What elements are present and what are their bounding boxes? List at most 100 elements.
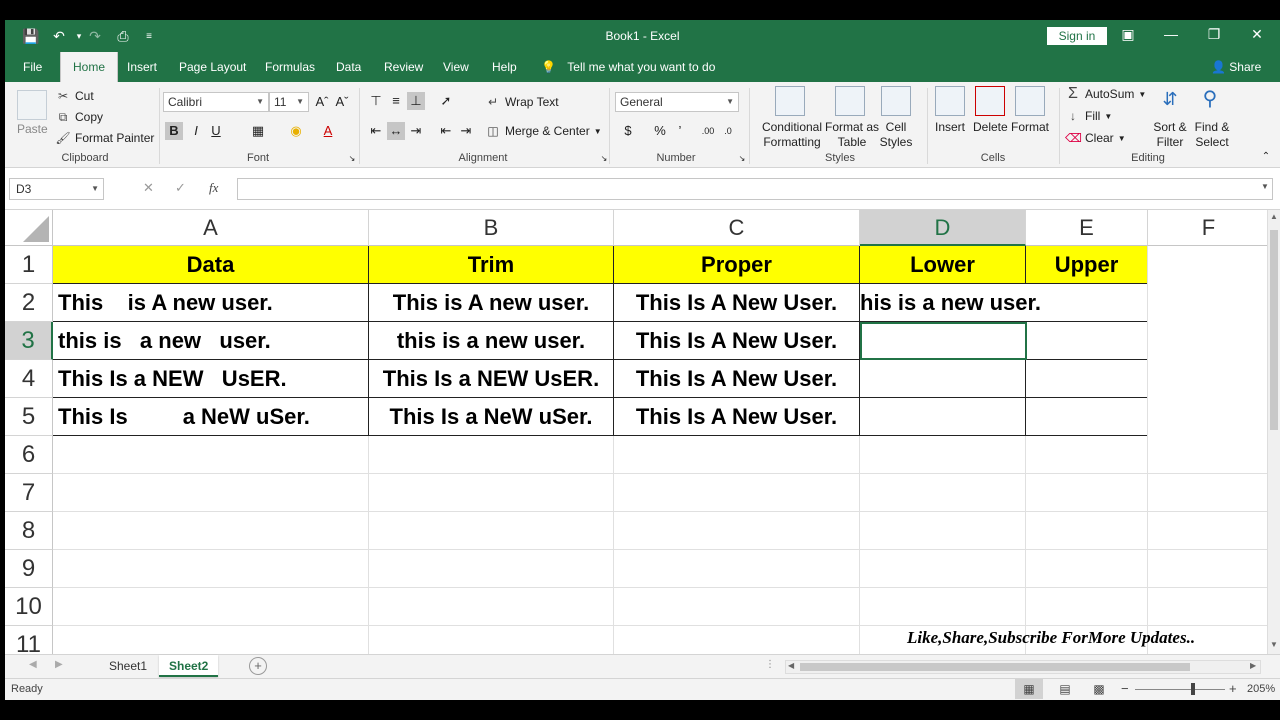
vertical-scrollbar[interactable]: ▲ ▼ — [1267, 210, 1280, 654]
share-button[interactable]: 👤 Share — [1211, 52, 1261, 82]
row-header-8[interactable]: 8 — [5, 512, 53, 550]
cell-styles-icon[interactable] — [881, 86, 911, 116]
align-top-icon[interactable]: ⊤ — [367, 92, 385, 110]
cell-d1[interactable]: Lower — [860, 246, 1026, 284]
tab-home[interactable]: Home — [60, 52, 119, 82]
percent-button[interactable]: % — [651, 122, 669, 140]
tab-page-layout[interactable]: Page Layout — [171, 52, 254, 82]
italic-button[interactable]: I — [187, 122, 205, 140]
fill-color-icon[interactable]: ◉ — [287, 122, 305, 140]
column-header-f[interactable]: F — [1148, 210, 1267, 246]
row-header-11[interactable]: 11 — [5, 626, 53, 654]
horizontal-scrollbar[interactable]: ◀ ▶ — [785, 660, 1261, 674]
increase-indent-icon[interactable]: ⇥ — [457, 122, 475, 140]
cell-b4[interactable]: This Is a NEW UsER. — [369, 360, 614, 398]
zoom-in-icon[interactable]: + — [1229, 681, 1237, 696]
clear-button[interactable]: ⌫ Clear ▼ — [1065, 130, 1126, 146]
row-header-1[interactable]: 1 — [5, 246, 53, 284]
cell-a5[interactable]: This Is a NeW uSer. — [53, 398, 369, 436]
paste-button[interactable]: Paste — [17, 122, 48, 136]
restore-icon[interactable]: ❐ — [1202, 26, 1226, 43]
horizontal-scroll-thumb[interactable] — [800, 663, 1190, 671]
borders-icon[interactable]: ▦ — [249, 122, 267, 140]
row-header-9[interactable]: 9 — [5, 550, 53, 588]
scroll-right-icon[interactable]: ▶ — [1250, 661, 1256, 670]
increase-font-icon[interactable]: Aˆ — [313, 93, 331, 111]
scroll-left-icon[interactable]: ◀ — [788, 661, 794, 670]
tell-me-box[interactable]: 💡 Tell me what you want to do — [541, 52, 715, 82]
find-select-button[interactable]: Find & Select — [1191, 120, 1233, 150]
autosum-button[interactable]: Σ AutoSum ▼ — [1065, 86, 1146, 102]
cell-d5[interactable] — [860, 398, 1026, 436]
cell-b3[interactable]: this is a new user. — [369, 322, 614, 360]
decrease-decimal-icon[interactable]: .0 — [719, 122, 737, 140]
orientation-icon[interactable]: ➚ — [437, 92, 455, 110]
cell-b1[interactable]: Trim — [369, 246, 614, 284]
sort-filter-button[interactable]: Sort & Filter — [1149, 120, 1191, 150]
scroll-down-icon[interactable]: ▼ — [1270, 640, 1278, 649]
delete-cells-icon[interactable] — [975, 86, 1005, 116]
delete-cells-button[interactable]: Delete — [973, 120, 1008, 134]
sheet-tab-sheet1[interactable]: Sheet1 — [99, 655, 157, 677]
number-format-dropdown[interactable]: General ▼ — [615, 92, 739, 112]
zoom-slider-thumb[interactable] — [1191, 683, 1195, 695]
sort-filter-icon[interactable]: ⇵ — [1157, 90, 1183, 108]
align-center-icon[interactable]: ↔ — [387, 122, 405, 140]
tab-file[interactable]: File — [15, 52, 50, 82]
align-bottom-icon[interactable]: ⊥ — [407, 92, 425, 110]
tab-formulas[interactable]: Formulas — [257, 52, 323, 82]
align-left-icon[interactable]: ⇤ — [367, 122, 385, 140]
cell-a1[interactable]: Data — [53, 246, 369, 284]
tab-data[interactable]: Data — [328, 52, 369, 82]
cell-e5[interactable] — [1026, 398, 1148, 436]
decrease-indent-icon[interactable]: ⇤ — [437, 122, 455, 140]
bold-button[interactable]: B — [165, 122, 183, 140]
tab-insert[interactable]: Insert — [119, 52, 165, 82]
zoom-out-icon[interactable]: − — [1121, 681, 1129, 696]
format-as-table-button[interactable]: Format as Table — [823, 120, 881, 150]
normal-view-icon[interactable]: ▦ — [1015, 679, 1043, 699]
increase-decimal-icon[interactable]: .00 — [699, 122, 717, 140]
magnifier-icon[interactable]: ⚲ — [1197, 89, 1223, 109]
cell-b2[interactable]: This is A new user. — [369, 284, 614, 322]
sign-in-button[interactable]: Sign in — [1047, 27, 1107, 45]
tab-help[interactable]: Help — [484, 52, 525, 82]
column-header-c[interactable]: C — [614, 210, 860, 246]
expand-formula-icon[interactable]: ▼ — [1261, 182, 1269, 191]
cell-a2[interactable]: This is A new user. — [53, 284, 369, 322]
formula-input[interactable] — [237, 178, 1273, 200]
conditional-formatting-icon[interactable] — [775, 86, 805, 116]
conditional-formatting-button[interactable]: Conditional Formatting — [759, 120, 825, 150]
underline-button[interactable]: U — [207, 122, 225, 140]
tab-review[interactable]: Review — [376, 52, 431, 82]
column-header-a[interactable]: A — [53, 210, 369, 246]
cell-b5[interactable]: This Is a NeW uSer. — [369, 398, 614, 436]
format-cells-icon[interactable] — [1015, 86, 1045, 116]
insert-cells-icon[interactable] — [935, 86, 965, 116]
page-layout-view-icon[interactable]: ▤ — [1055, 679, 1075, 699]
zoom-slider[interactable] — [1135, 689, 1225, 690]
cell-c1[interactable]: Proper — [614, 246, 860, 284]
row-header-10[interactable]: 10 — [5, 588, 53, 626]
cell-e1[interactable]: Upper — [1026, 246, 1148, 284]
align-middle-icon[interactable]: ≡ — [387, 92, 405, 110]
row-header-3[interactable]: 3 — [5, 322, 53, 360]
column-header-d[interactable]: D — [860, 210, 1026, 246]
close-icon[interactable]: ✕ — [1245, 26, 1269, 43]
select-all-button[interactable] — [5, 210, 53, 246]
row-header-2[interactable]: 2 — [5, 284, 53, 322]
worksheet-grid[interactable]: A B C D E F 1 2 3 4 5 6 7 8 9 10 11 Data… — [5, 210, 1267, 654]
insert-cells-button[interactable]: Insert — [935, 120, 965, 134]
minimize-icon[interactable]: — — [1159, 26, 1183, 42]
align-right-icon[interactable]: ⇥ — [407, 122, 425, 140]
enter-icon[interactable]: ✓ — [175, 180, 186, 196]
wrap-text-button[interactable]: ↵ Wrap Text — [485, 94, 559, 110]
insert-function-button[interactable]: fx — [209, 180, 218, 196]
row-header-4[interactable]: 4 — [5, 360, 53, 398]
collapse-ribbon-icon[interactable]: ⌃ — [1257, 148, 1275, 166]
sheet-tab-sheet2[interactable]: Sheet2 — [159, 655, 219, 677]
cancel-icon[interactable]: ✕ — [143, 180, 154, 196]
font-size-dropdown[interactable]: 11 ▼ — [269, 92, 309, 112]
row-header-7[interactable]: 7 — [5, 474, 53, 512]
cut-button[interactable]: ✂ Cut — [55, 88, 94, 104]
